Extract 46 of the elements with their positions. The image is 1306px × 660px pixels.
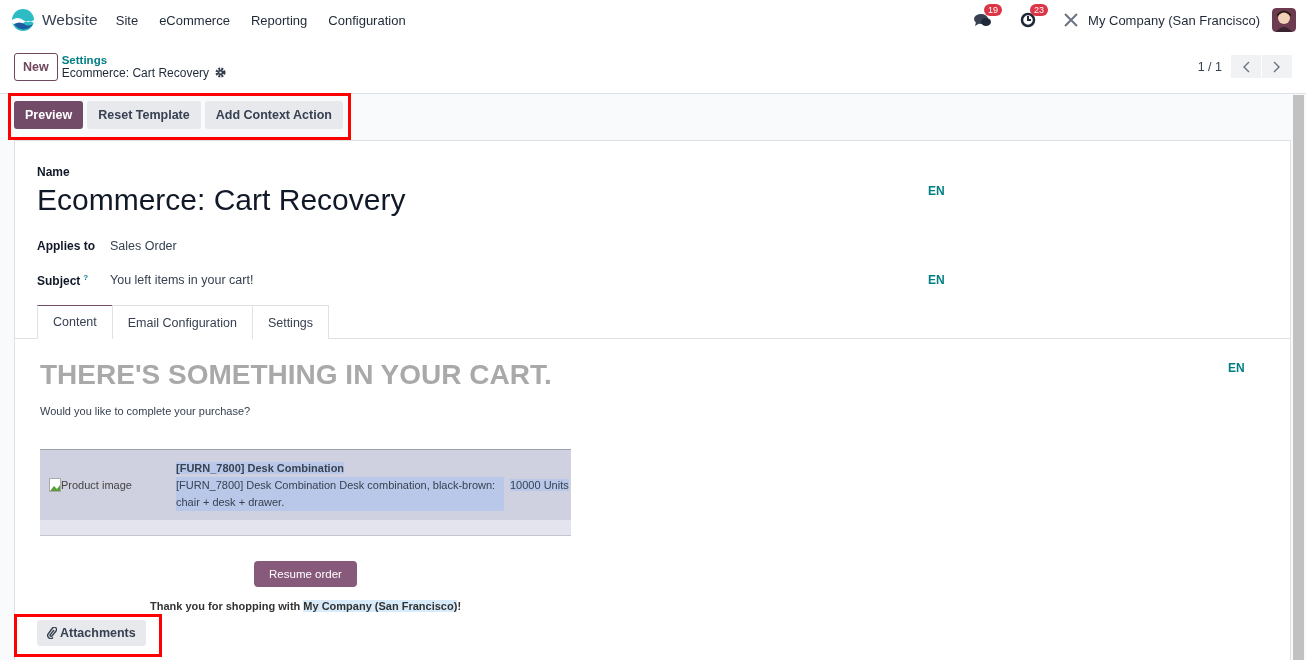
- app-name[interactable]: Website: [42, 11, 98, 29]
- broken-image-icon: [49, 478, 61, 492]
- logo-icon: [12, 9, 34, 31]
- field-label: Applies to: [37, 239, 96, 253]
- tab[interactable]: Email Configuration: [111, 305, 253, 339]
- chevron-left-icon: [1242, 60, 1250, 73]
- tab[interactable]: Content: [37, 305, 113, 339]
- breadcrumb-link[interactable]: Settings: [61, 53, 227, 66]
- action-button[interactable]: Add Context Action: [204, 101, 343, 129]
- field-value[interactable]: Sales Order: [110, 239, 177, 253]
- email-heading: THERE'S SOMETHING IN YOUR CART.: [40, 359, 552, 391]
- message-count: 19: [984, 4, 1003, 16]
- language-tag[interactable]: EN: [928, 273, 945, 287]
- activity-count: 23: [1030, 4, 1049, 16]
- new-button[interactable]: New: [14, 52, 58, 81]
- avatar[interactable]: [1272, 8, 1296, 32]
- product-description: [FURN_7800] Desk Combination Desk combination, black-brown: chair + desk + drawer.: [176, 476, 504, 511]
- language-tag[interactable]: EN: [928, 184, 945, 198]
- preview-button[interactable]: Preview: [14, 101, 84, 129]
- menu-item[interactable]: eCommerce: [159, 12, 230, 28]
- settings-icon[interactable]: [215, 67, 227, 78]
- language-tag[interactable]: EN: [1228, 361, 1245, 375]
- tab[interactable]: Settings: [251, 305, 330, 339]
- clock-icon[interactable]: [1020, 12, 1037, 28]
- attachments-button[interactable]: Attachments: [37, 620, 146, 646]
- menu-item[interactable]: Site: [115, 12, 139, 28]
- field-label: Name: [37, 165, 71, 179]
- resume-order-button[interactable]: Resume order: [254, 561, 357, 587]
- scrollbar[interactable]: [1293, 95, 1304, 660]
- thanks-text: Thank you for shopping with My Company (San Francisco)!: [149, 600, 462, 612]
- company-switcher[interactable]: My Company (San Francisco): [1088, 12, 1260, 28]
- record-title: Ecommerce: Cart Recovery: [61, 65, 210, 80]
- chevron-right-icon: [1273, 60, 1281, 73]
- field-label: Subject $^{?}$: [37, 272, 90, 288]
- action-button[interactable]: Reset Template: [87, 101, 201, 129]
- field-value[interactable]: You left items in your cart!: [110, 273, 254, 287]
- pager-value: 1 / 1: [1197, 59, 1222, 74]
- name-value: Ecommerce: Cart Recovery: [37, 183, 406, 217]
- product-image-alt: Product image: [40, 478, 176, 492]
- menu-item[interactable]: Configuration: [328, 12, 406, 28]
- email-intro: Would you like to complete your purchase?: [40, 405, 252, 417]
- paperclip-icon: [47, 627, 57, 639]
- chat-icon[interactable]: [974, 12, 993, 28]
- menu-item[interactable]: Reporting: [250, 12, 308, 28]
- product-name: [FURN_7800] Desk Combination: [176, 461, 345, 474]
- product-quantity: 10000 Units: [510, 479, 569, 491]
